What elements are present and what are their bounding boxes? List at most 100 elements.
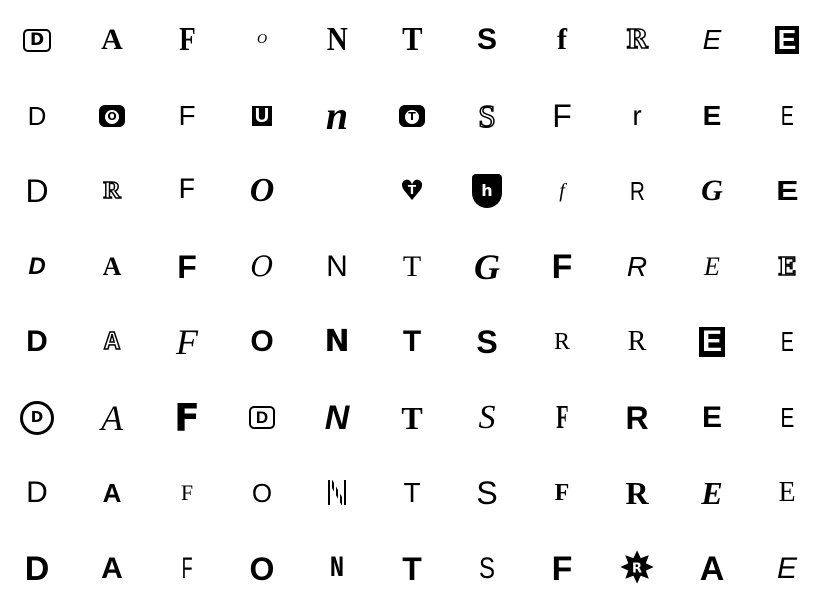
font-specimen-glyph: T [384, 12, 440, 68]
glyph-letter: R [625, 475, 649, 511]
font-specimen-glyph: O [84, 88, 140, 144]
font-specimen-glyph: D [9, 163, 65, 219]
glyph-letter: E [776, 551, 797, 585]
font-specimen-glyph: F [159, 541, 215, 597]
font-specimen-glyph: A [84, 314, 140, 370]
glyph-letter: R [626, 250, 648, 282]
glyph-letter: F [551, 247, 573, 286]
glyph-letter: R [103, 178, 122, 204]
font-specimen-glyph: A [84, 12, 140, 68]
glyph-letter: O [256, 32, 268, 47]
font-specimen-glyph: A [84, 465, 140, 521]
glyph-letter: f [557, 23, 567, 56]
glyph-letter: R [625, 25, 648, 55]
font-specimen-glyph: E [759, 163, 815, 219]
glyph-letter: D [20, 400, 54, 435]
font-specimen-glyph: D [234, 390, 290, 446]
glyph-letter: O [250, 325, 274, 358]
glyph-letter: N [326, 173, 348, 209]
font-specimen-glyph: R [84, 163, 140, 219]
font-specimen-grid: D A F O N T Sf R E E D O F Un T S Fr E E D R F O N ♥T h f R G E D A F O N T… [0, 0, 830, 600]
font-specimen-glyph: R [609, 465, 665, 521]
font-specimen-glyph: N [309, 541, 365, 597]
font-specimen-glyph: O [234, 163, 290, 219]
font-specimen-glyph: S [459, 541, 515, 597]
glyph-letter: E [780, 326, 794, 357]
glyph-letter: G [474, 246, 500, 287]
glyph-letter: O [249, 550, 275, 587]
glyph-letter: D [26, 476, 48, 509]
font-specimen-glyph: A [684, 541, 740, 597]
glyph-letter: E [698, 327, 725, 357]
glyph-letter: E [704, 251, 720, 281]
glyph-letter: F [551, 549, 573, 588]
font-specimen-glyph: O [234, 314, 290, 370]
glyph-letter: D [27, 100, 47, 131]
glyph-letter: O [249, 172, 275, 209]
font-specimen-glyph: F [159, 465, 215, 521]
glyph-letter: E [701, 400, 722, 434]
font-specimen-glyph: F [159, 390, 215, 446]
glyph-letter: D [22, 28, 52, 52]
font-specimen-glyph: T [384, 314, 440, 370]
font-specimen-glyph: N [309, 163, 365, 219]
font-specimen-glyph: F [159, 314, 215, 370]
glyph-letter: G [701, 174, 723, 207]
glyph-letter: A [103, 327, 120, 357]
glyph-letter: A [102, 251, 122, 281]
font-specimen-glyph: E [759, 88, 815, 144]
glyph-letter: D [25, 173, 49, 209]
font-specimen-glyph: T [384, 390, 440, 446]
font-specimen-glyph: F [534, 541, 590, 597]
glyph-letter: F [174, 395, 200, 440]
glyph-letter: E [779, 401, 795, 433]
font-specimen-glyph: D [9, 390, 65, 446]
glyph-letter: A [101, 23, 123, 56]
glyph-letter: R [627, 326, 647, 357]
font-specimen-glyph: N [309, 390, 365, 446]
font-specimen-glyph: T [384, 88, 440, 144]
font-specimen-glyph: O [234, 465, 290, 521]
glyph-letter: E [780, 99, 794, 131]
glyph-letter: T [402, 249, 422, 283]
font-specimen-glyph: D [9, 465, 65, 521]
font-specimen-glyph: D [9, 12, 65, 68]
font-specimen-glyph: G [459, 239, 515, 295]
font-specimen-glyph: E [684, 239, 740, 295]
font-specimen-glyph: R [534, 314, 590, 370]
font-specimen-glyph: E [759, 239, 815, 295]
glyph-letter: D [24, 549, 50, 588]
glyph-letter: E [774, 26, 800, 54]
font-specimen-glyph: F [534, 390, 590, 446]
font-specimen-glyph: R [609, 390, 665, 446]
font-specimen-glyph: T [384, 465, 440, 521]
font-specimen-glyph: E [759, 541, 815, 597]
font-specimen-glyph: F [159, 163, 215, 219]
glyph-letter: F [178, 99, 196, 131]
glyph-letter: F [181, 551, 193, 585]
glyph-letter: N [324, 472, 350, 513]
font-specimen-glyph: ✸ R [609, 541, 665, 597]
font-specimen-glyph: E [684, 12, 740, 68]
glyph-letter: N [326, 21, 348, 58]
glyph-letter-inner: T [405, 109, 419, 124]
glyph-letter: R [629, 176, 645, 206]
font-specimen-glyph: O [234, 541, 290, 597]
glyph-letter: ♥ T [399, 174, 425, 207]
glyph-letter: R [553, 329, 570, 355]
glyph-letter: F [177, 174, 196, 208]
font-specimen-glyph: E [759, 465, 815, 521]
font-specimen-glyph: R [609, 163, 665, 219]
font-specimen-glyph: A [84, 390, 140, 446]
font-specimen-glyph: N [309, 314, 365, 370]
font-specimen-glyph: r [609, 88, 665, 144]
glyph-letter: F [552, 97, 572, 134]
font-specimen-glyph: U [234, 88, 290, 144]
glyph-letter: F [180, 480, 194, 505]
glyph-letter: A [699, 549, 725, 588]
font-specimen-glyph: ♥ T [384, 163, 440, 219]
glyph-letter: O [250, 249, 274, 283]
font-specimen-glyph: f [534, 12, 590, 68]
glyph-letter: S [478, 551, 495, 585]
font-specimen-glyph: E [759, 314, 815, 370]
